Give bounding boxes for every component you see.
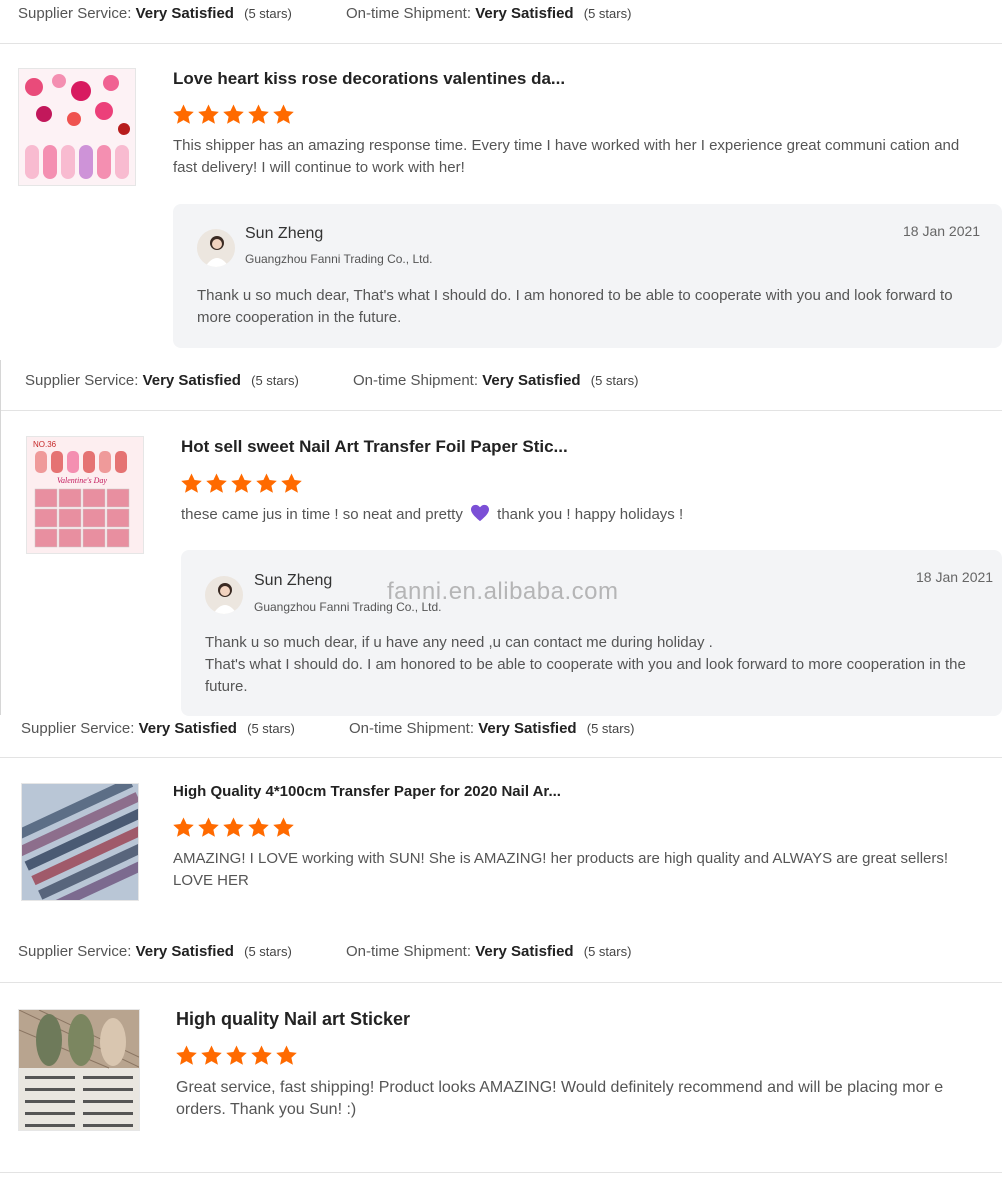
- product-thumbnail[interactable]: [18, 68, 136, 186]
- star-icon: [251, 1045, 272, 1065]
- reply-author: Sun Zheng: [254, 572, 333, 589]
- divider: [0, 43, 1002, 44]
- reply-author: Sun Zheng: [245, 225, 324, 242]
- ontime-shipment-value: Very Satisfied: [478, 720, 577, 737]
- supplier-service-label: Supplier Service:: [18, 943, 132, 960]
- ontime-shipment-label: On-time Shipment:: [345, 943, 472, 960]
- supplier-service-label: Supplier Service:: [25, 372, 139, 389]
- avatar: [197, 229, 235, 267]
- ontime-shipment-stars: (5 stars): [583, 6, 632, 21]
- supplier-service-label: Supplier Service:: [18, 5, 132, 22]
- reply-text: Thank u so much dear, if u have any need…: [205, 634, 713, 651]
- star-icon: [206, 473, 227, 493]
- star-icon: [176, 1045, 197, 1065]
- rating-summary: Supplier Service: Very Satisfied (5 star…: [18, 943, 631, 960]
- reply-company: Guangzhou Fanni Trading Co., Ltd.: [245, 252, 433, 266]
- supplier-service-value: Very Satisfied: [135, 5, 234, 22]
- supplier-service-value: Very Satisfied: [142, 372, 241, 389]
- purple-heart-icon: [471, 504, 489, 522]
- star-icon: [276, 1045, 297, 1065]
- star-icon: [198, 104, 219, 124]
- review-text-part: thank you ! happy holidays !: [497, 506, 684, 523]
- thumb-label: Valentine's Day: [57, 476, 107, 485]
- supplier-service-stars: (5 stars): [244, 944, 292, 959]
- rating-summary: Supplier Service: Very Satisfied (5 star…: [25, 372, 638, 389]
- star-icon: [248, 817, 269, 837]
- seller-reply: Sun Zheng Guangzhou Fanni Trading Co., L…: [181, 550, 1002, 716]
- seller-reply: Sun Zheng Guangzhou Fanni Trading Co., L…: [173, 204, 1002, 348]
- ontime-shipment-label: On-time Shipment:: [345, 5, 472, 22]
- ontime-shipment-value: Very Satisfied: [482, 372, 581, 389]
- review-text-part: these came jus in time ! so neat and pre…: [181, 506, 463, 523]
- reply-date: 18 Jan 2021: [916, 569, 994, 585]
- divider: [0, 757, 1002, 758]
- star-icon: [223, 104, 244, 124]
- star-icon: [256, 473, 277, 493]
- review-text: these came jus in time ! so neat and pre…: [181, 504, 961, 526]
- star-icon: [281, 473, 302, 493]
- product-thumbnail[interactable]: NO.36 Valentine's Day: [26, 436, 144, 554]
- product-title[interactable]: High quality Nail art Sticker: [176, 1009, 410, 1030]
- star-icon: [273, 104, 294, 124]
- star-icon: [173, 104, 194, 124]
- supplier-service-value: Very Satisfied: [135, 943, 234, 960]
- product-title[interactable]: Hot sell sweet Nail Art Transfer Foil Pa…: [181, 437, 568, 457]
- ontime-shipment-value: Very Satisfied: [475, 5, 574, 22]
- divider: [0, 1172, 1002, 1173]
- rating-summary: Supplier Service: Very Satisfied (5 star…: [21, 720, 634, 737]
- star-icon: [173, 817, 194, 837]
- ontime-shipment-stars: (5 stars): [586, 721, 635, 736]
- thumb-label: NO.36: [33, 440, 57, 449]
- ontime-shipment-value: Very Satisfied: [475, 943, 574, 960]
- avatar: [205, 576, 243, 614]
- product-title[interactable]: Love heart kiss rose decorations valenti…: [173, 69, 565, 89]
- supplier-service-label: Supplier Service:: [21, 720, 135, 737]
- star-icon: [226, 1045, 247, 1065]
- ontime-shipment-label: On-time Shipment:: [352, 372, 479, 389]
- product-title[interactable]: High Quality 4*100cm Transfer Paper for …: [173, 783, 561, 800]
- rating-summary: Supplier Service: Very Satisfied (5 star…: [18, 5, 631, 22]
- star-rating: [180, 472, 303, 495]
- star-icon: [231, 473, 252, 493]
- divider: [0, 982, 1002, 983]
- review-text: Great service, fast shipping! Product lo…: [176, 1079, 944, 1118]
- star-icon: [201, 1045, 222, 1065]
- star-icon: [273, 817, 294, 837]
- ontime-shipment-label: On-time Shipment:: [348, 720, 475, 737]
- left-edge-line: [0, 360, 1, 715]
- review-text: AMAZING! I LOVE working with SUN! She is…: [173, 850, 949, 889]
- star-icon: [248, 104, 269, 124]
- star-icon: [181, 473, 202, 493]
- ontime-shipment-stars: (5 stars): [590, 373, 639, 388]
- supplier-service-stars: (5 stars): [251, 373, 299, 388]
- product-thumbnail[interactable]: [21, 783, 139, 901]
- star-icon: [223, 817, 244, 837]
- ontime-shipment-stars: (5 stars): [583, 944, 632, 959]
- product-thumbnail[interactable]: [18, 1009, 140, 1131]
- star-rating: [175, 1044, 298, 1067]
- supplier-service-stars: (5 stars): [247, 721, 295, 736]
- reply-text: That's what I should do. I am honored to…: [205, 656, 966, 695]
- star-icon: [198, 817, 219, 837]
- star-rating: [172, 816, 295, 839]
- divider: [0, 410, 1002, 411]
- supplier-service-value: Very Satisfied: [138, 720, 237, 737]
- review-text: This shipper has an amazing response tim…: [173, 137, 960, 176]
- reply-text: Thank u so much dear, That's what I shou…: [197, 287, 953, 326]
- supplier-service-stars: (5 stars): [244, 6, 292, 21]
- watermark: fanni.en.alibaba.com: [387, 578, 619, 605]
- star-rating: [172, 103, 295, 126]
- reply-date: 18 Jan 2021: [903, 223, 981, 239]
